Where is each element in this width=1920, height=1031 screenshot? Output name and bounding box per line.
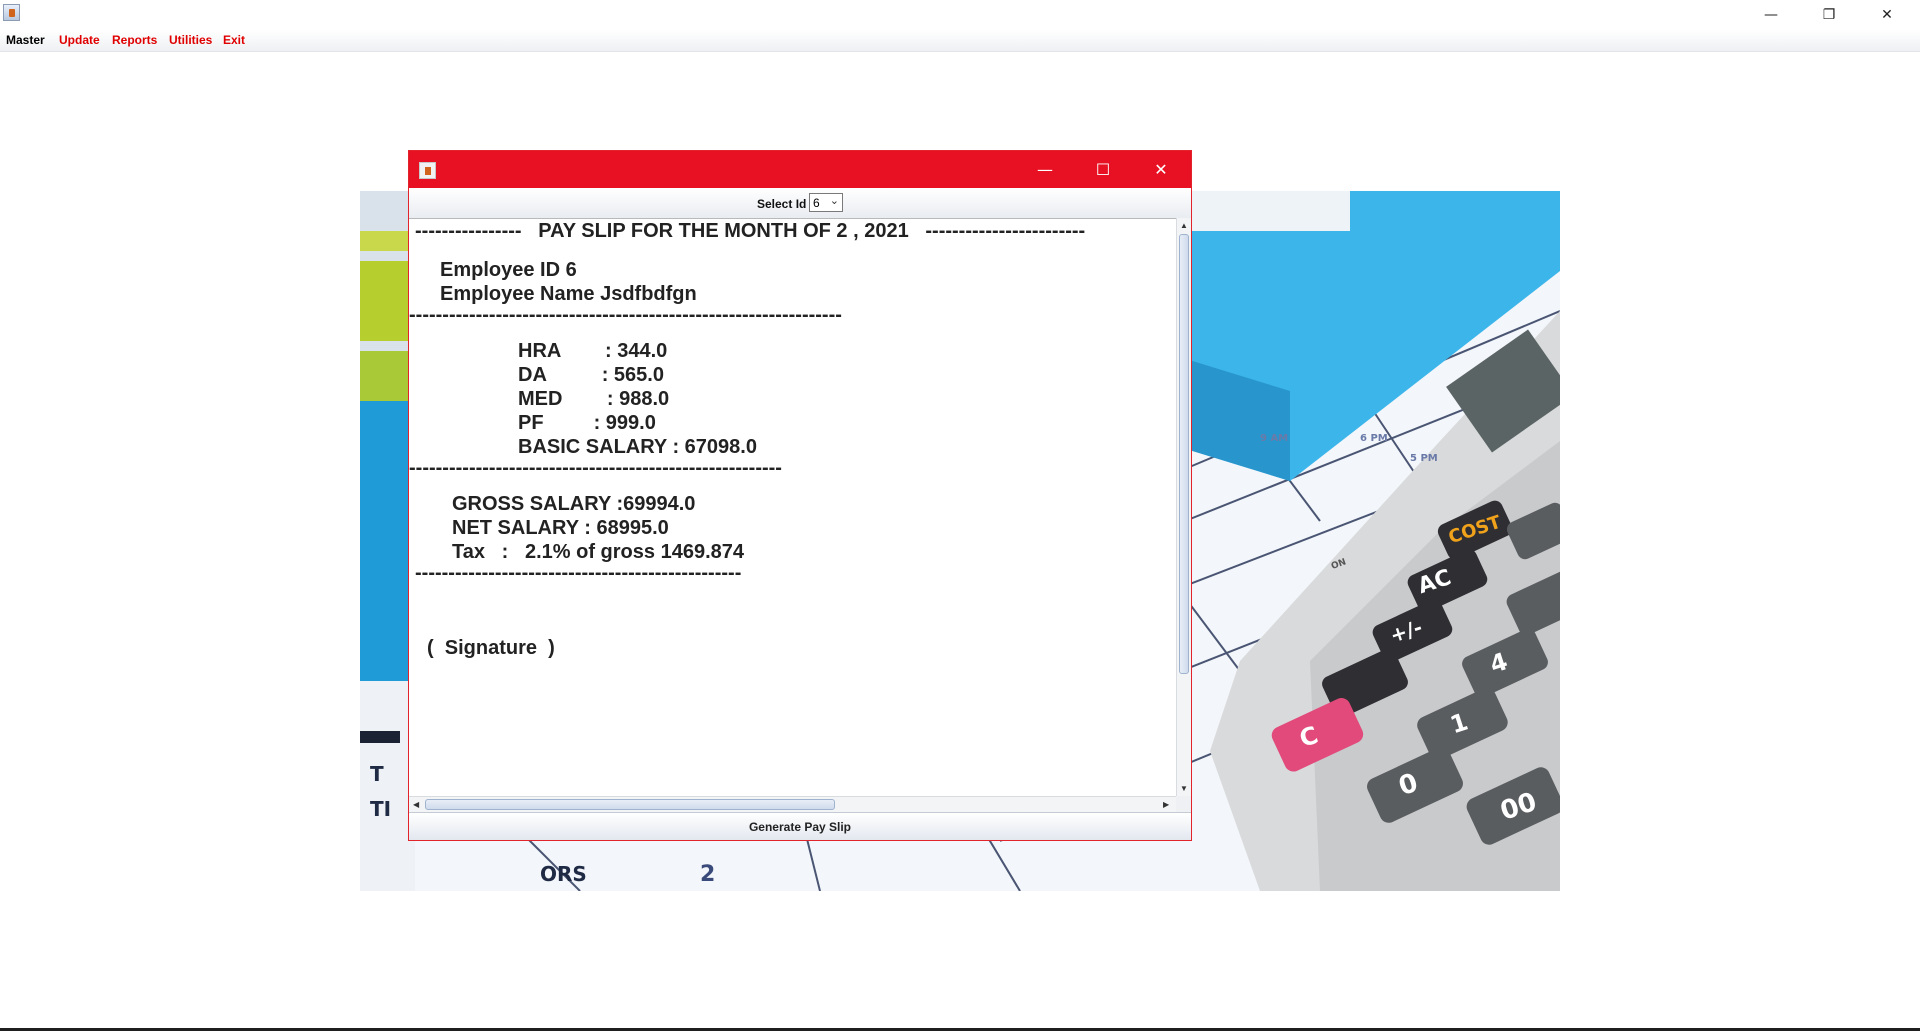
select-id-row: Select Id 6 ⌄ [409, 188, 1191, 218]
tax-line: Tax : 2.1% of gross 1469.874 [452, 541, 744, 563]
payslip-text-area[interactable]: ---------------- PAY SLIP FOR THE MONTH … [409, 218, 1176, 797]
payslip-window: — ☐ ✕ Select Id 6 ⌄ ---------------- PAY… [408, 150, 1192, 841]
med-line: MED : 988.0 [518, 388, 670, 410]
net-salary-line: NET SALARY : 68995.0 [452, 517, 669, 539]
payslip-close-button[interactable]: ✕ [1132, 151, 1190, 188]
scroll-right-icon[interactable]: ▶ [1163, 800, 1169, 809]
scroll-left-icon[interactable]: ◀ [413, 800, 419, 809]
horizontal-scroll-thumb[interactable] [425, 799, 835, 810]
minimize-button[interactable]: — [1742, 0, 1800, 30]
svg-text:2: 2 [700, 862, 715, 887]
menu-utilities[interactable]: Utilities [169, 33, 212, 47]
menu-bar: Master Update Reports Utilities Exit [0, 30, 1920, 52]
menu-exit[interactable]: Exit [223, 33, 245, 47]
scroll-down-icon[interactable]: ▼ [1180, 784, 1188, 793]
chevron-down-icon: ⌄ [829, 195, 839, 207]
select-id-value: 6 [813, 196, 820, 210]
svg-text:6 PM: 6 PM [1360, 433, 1388, 444]
menu-reports[interactable]: Reports [112, 33, 157, 47]
pf-line: PF : 999.0 [518, 412, 656, 434]
menu-master[interactable]: Master [6, 33, 45, 47]
payslip-minimize-button[interactable]: — [1016, 151, 1074, 188]
select-id-dropdown[interactable]: 6 ⌄ [809, 193, 843, 212]
basic-salary-line: BASIC SALARY : 67098.0 [518, 436, 757, 458]
svg-text:9 AM: 9 AM [1260, 433, 1288, 444]
generate-pay-slip-button[interactable]: Generate Pay Slip [409, 812, 1191, 840]
vertical-scrollbar[interactable]: ▲ ▼ [1176, 218, 1191, 796]
svg-text:T: T [370, 762, 384, 786]
employee-id-line: Employee ID 6 [440, 259, 577, 281]
divider-line: ----------------------------------------… [409, 457, 782, 479]
svg-text:5 PM: 5 PM [1410, 453, 1438, 464]
da-line: DA : 565.0 [518, 364, 664, 386]
close-button[interactable]: ✕ [1858, 0, 1916, 30]
menu-update[interactable]: Update [59, 33, 100, 47]
main-title-bar: — ❐ ✕ [0, 0, 1920, 30]
payslip-maximize-button[interactable]: ☐ [1074, 151, 1132, 188]
java-app-icon [3, 4, 20, 21]
svg-text:ORS: ORS [540, 862, 587, 886]
gross-salary-line: GROSS SALARY :69994.0 [452, 493, 696, 515]
horizontal-scrollbar[interactable]: ◀ ▶ [409, 796, 1176, 812]
payslip-header: ---------------- PAY SLIP FOR THE MONTH … [415, 220, 1086, 242]
payslip-title-bar: — ☐ ✕ [409, 151, 1191, 188]
vertical-scroll-thumb[interactable] [1179, 234, 1189, 674]
scroll-up-icon[interactable]: ▲ [1180, 221, 1188, 230]
select-id-label: Select Id [757, 197, 807, 211]
divider-line: ----------------------------------------… [415, 562, 742, 584]
java-cup-icon [419, 162, 436, 179]
employee-name-line: Employee Name Jsdfbdfgn [440, 283, 697, 305]
svg-text:TI: TI [370, 797, 391, 821]
restore-button[interactable]: ❐ [1800, 0, 1858, 30]
signature-line: ( Signature ) [427, 637, 555, 659]
scrollbar-corner [1176, 796, 1191, 812]
divider-line: ----------------------------------------… [409, 304, 842, 326]
hra-line: HRA : 344.0 [518, 340, 668, 362]
